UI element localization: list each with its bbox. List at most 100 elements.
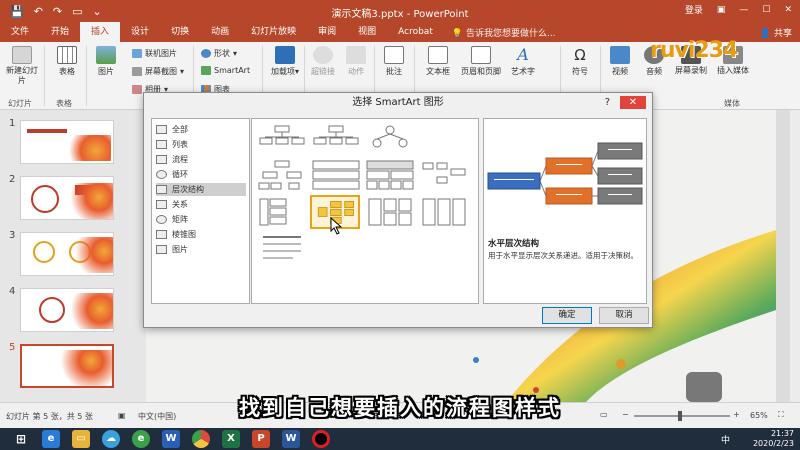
smartart-gallery <box>251 118 479 304</box>
category-all[interactable]: 全部 <box>156 123 246 136</box>
close-icon[interactable]: ✕ <box>784 5 792 15</box>
group-media-label: 媒体 <box>724 99 740 108</box>
action-icon <box>346 46 366 64</box>
clock[interactable]: 21:37 2020/2/23 <box>753 429 794 449</box>
maximize-icon[interactable]: ☐ <box>762 5 770 15</box>
symbols-button[interactable]: Ω 符号 <box>566 46 594 77</box>
category-hierarchy[interactable]: 层次结构 <box>156 183 246 196</box>
picture-icon <box>156 245 167 254</box>
help-button[interactable]: ? <box>605 97 610 108</box>
login-link[interactable]: 登录 <box>685 3 703 16</box>
category-cycle[interactable]: 循环 <box>156 168 246 181</box>
excel-icon[interactable]: X <box>222 430 240 448</box>
windows-taskbar: ⊞ e ▭ ☁ e W X P W 中 21:37 2020/2/23 <box>0 428 800 450</box>
tab-transitions[interactable]: 切换 <box>160 22 200 42</box>
textbox-icon <box>428 46 448 64</box>
category-process[interactable]: 流程 <box>156 153 246 166</box>
slide-thumbnail-selected[interactable] <box>20 344 114 388</box>
tab-file[interactable]: 文件 <box>0 22 40 42</box>
save-icon[interactable]: 💾 <box>10 5 24 18</box>
windows-start-icon[interactable]: ⊞ <box>12 430 30 448</box>
tab-slideshow[interactable]: 幻灯片放映 <box>240 22 307 42</box>
category-list-item[interactable]: 列表 <box>156 138 246 151</box>
clock-time: 21:37 <box>770 429 794 438</box>
group-slides-label: 幻灯片 <box>8 99 32 108</box>
slide-thumbnail[interactable] <box>20 288 114 332</box>
tab-animations[interactable]: 动画 <box>200 22 240 42</box>
ime-indicator[interactable]: 中 <box>721 433 730 446</box>
ok-button[interactable]: 确定 <box>542 307 592 324</box>
gallery-item-table-hierarchy[interactable] <box>365 159 415 193</box>
image-button[interactable]: 图片 <box>92 46 120 77</box>
gallery-item-horizontal-org[interactable] <box>419 159 469 193</box>
tab-design[interactable]: 设计 <box>120 22 160 42</box>
textbox-button[interactable]: 文本框 <box>420 46 456 77</box>
gallery-item-hierarchy[interactable] <box>257 159 307 193</box>
gallery-item-org-chart[interactable] <box>257 123 307 157</box>
minimize-icon[interactable]: — <box>739 5 748 15</box>
redo-icon[interactable]: ↷ <box>53 5 62 18</box>
ribbon-display-icon[interactable]: ▣ <box>717 5 726 15</box>
slide-number: 5 <box>9 342 16 353</box>
cancel-button[interactable]: 取消 <box>599 307 649 324</box>
shapes-button[interactable]: 形状 ▾ <box>201 48 237 59</box>
word-icon[interactable]: W <box>282 430 300 448</box>
table-button[interactable]: 表格 <box>52 46 82 77</box>
tab-insert[interactable]: 插入 <box>80 22 121 42</box>
tab-review[interactable]: 审阅 <box>307 22 347 42</box>
gallery-item-horizontal-multilevel[interactable] <box>365 195 415 229</box>
record-icon[interactable] <box>312 430 330 448</box>
slide-number: 4 <box>9 286 16 297</box>
table-icon <box>57 46 77 64</box>
window-title: 演示文稿3.pptx - PowerPoint <box>331 9 469 20</box>
list-icon <box>156 140 167 149</box>
mouse-cursor-icon <box>330 216 344 235</box>
vertical-scrollbar[interactable] <box>790 110 800 402</box>
ie-browser-icon[interactable]: e <box>42 430 60 448</box>
gallery-item-half-circle-org[interactable] <box>365 123 415 157</box>
category-matrix[interactable]: 矩阵 <box>156 213 246 226</box>
category-picture[interactable]: 图片 <box>156 243 246 256</box>
undo-icon[interactable]: ↶ <box>34 5 43 18</box>
wps-icon[interactable]: W <box>162 430 180 448</box>
video-button[interactable]: 视频 <box>606 46 634 77</box>
smartart-button[interactable]: SmartArt <box>201 66 250 75</box>
cloud-app-icon[interactable]: ☁ <box>102 430 120 448</box>
customize-qa-icon[interactable]: ⌄ <box>93 5 102 18</box>
online-picture-button[interactable]: 联机图片 <box>132 48 177 59</box>
gallery-item-list-hierarchy[interactable] <box>257 231 307 265</box>
globe-icon <box>132 49 142 58</box>
category-pyramid[interactable]: 棱锥图 <box>156 228 246 241</box>
slide-thumbnail[interactable] <box>20 232 114 276</box>
dialog-close-button[interactable]: ✕ <box>620 96 646 109</box>
gallery-item-horizontal-labeled[interactable] <box>419 195 469 229</box>
browser-green-icon[interactable]: e <box>132 430 150 448</box>
title-bar: 💾 ↶ ↷ ▭ ⌄ 演示文稿3.pptx - PowerPoint 登录 ▣ —… <box>0 0 800 22</box>
gallery-item-name-title-org[interactable] <box>311 123 361 157</box>
chrome-icon[interactable] <box>192 430 210 448</box>
header-footer-button[interactable]: 页眉和页脚 <box>456 46 506 77</box>
hyperlink-button[interactable]: 超链接 <box>306 46 340 77</box>
file-explorer-icon[interactable]: ▭ <box>72 430 90 448</box>
new-slide-button[interactable]: 新建幻灯片 <box>6 46 38 86</box>
tab-home[interactable]: 开始 <box>40 22 80 42</box>
action-button[interactable]: 动作 <box>342 46 370 77</box>
slide-thumbnail[interactable] <box>20 120 114 164</box>
category-relationship[interactable]: 关系 <box>156 198 246 211</box>
slide-thumbnail[interactable] <box>20 176 114 220</box>
addins-icon <box>275 46 295 64</box>
gallery-item-lined-list[interactable] <box>257 195 307 229</box>
tab-view[interactable]: 视图 <box>347 22 387 42</box>
process-icon <box>156 155 167 164</box>
share-button[interactable]: 👤 共享 <box>760 26 792 39</box>
gallery-item-labeled-hierarchy[interactable] <box>311 159 361 193</box>
chevron-down-icon: ▾ <box>294 67 299 76</box>
comment-button[interactable]: 批注 <box>380 46 408 77</box>
tab-acrobat[interactable]: Acrobat <box>387 22 444 42</box>
present-icon[interactable]: ▭ <box>72 5 82 18</box>
wordart-button[interactable]: A 艺术字 <box>506 46 540 77</box>
tell-me-search[interactable]: 💡 告诉我您想要做什么... <box>452 26 556 39</box>
addins-button[interactable]: 加载项▾ <box>270 46 300 77</box>
screenshot-button[interactable]: 屏幕截图 ▾ <box>132 66 184 77</box>
powerpoint-icon[interactable]: P <box>252 430 270 448</box>
